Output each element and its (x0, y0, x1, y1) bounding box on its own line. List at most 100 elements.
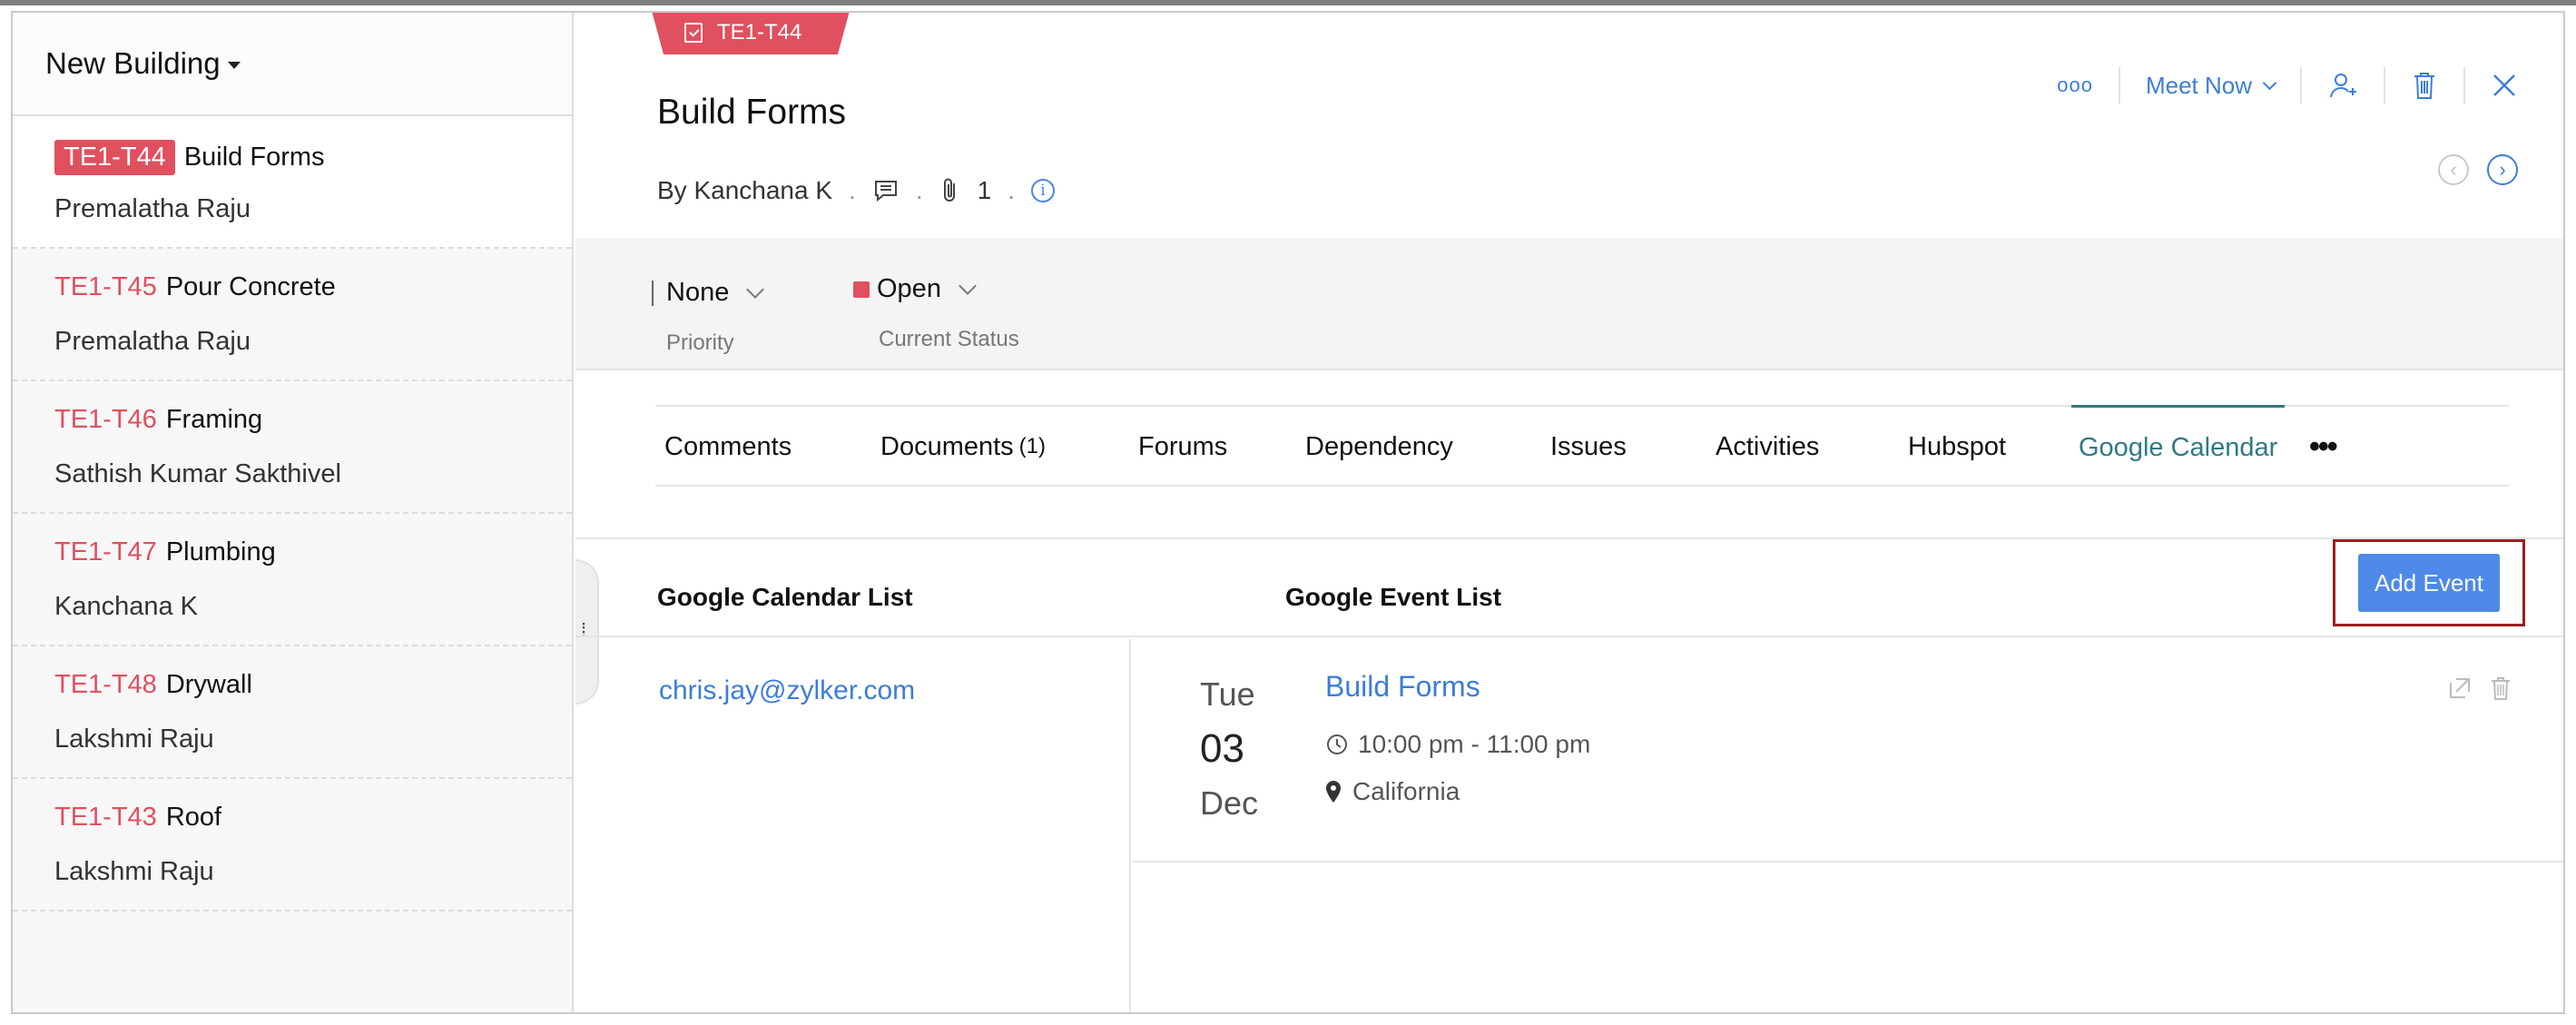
task-list-item[interactable]: TE1-T46 Framing Sathish Kumar Sakthivel (13, 381, 572, 514)
created-by: By Kanchana K (657, 176, 833, 204)
event-tools (2447, 675, 2512, 701)
event-location: California (1325, 777, 1460, 806)
separator-dot: . (849, 176, 856, 204)
window-top-border (0, 0, 2576, 5)
close-icon[interactable] (2491, 72, 2518, 99)
project-selector[interactable]: New Building (13, 13, 572, 116)
priority-value: None (666, 278, 730, 307)
tab-activities[interactable]: Activities (1716, 407, 1819, 487)
page-title[interactable]: Build Forms (657, 93, 846, 133)
paperclip-icon[interactable] (939, 176, 961, 205)
separator-dot: . (915, 176, 923, 204)
task-id: TE1-T43 (54, 803, 157, 832)
tab-documents[interactable]: Documents (1) (880, 407, 1046, 487)
tab-label: Comments (664, 431, 792, 461)
status-dropdown[interactable]: Open (853, 274, 977, 304)
chevron-down-icon (746, 280, 765, 299)
task-title: Build Forms (183, 143, 325, 172)
meet-now-label: Meet Now (2145, 71, 2252, 99)
tab-label: Hubspot (1908, 431, 2007, 461)
event-time-text: 10:00 pm - 11:00 pm (1358, 730, 1591, 758)
info-icon[interactable]: i (1030, 179, 1055, 202)
tab-label: Activities (1716, 431, 1820, 461)
task-id-badge: TE1-T44 (54, 140, 175, 175)
tab-hubspot[interactable]: Hubspot (1908, 407, 2006, 487)
priority-label: Priority (666, 330, 734, 355)
edit-icon[interactable] (2447, 675, 2473, 701)
divider (2300, 67, 2302, 103)
tab-comments[interactable]: Comments (664, 407, 791, 487)
event-weekday: Tue (1200, 675, 1255, 713)
event-list-heading: Google Event List (1285, 583, 1502, 611)
task-title: Plumbing (165, 537, 276, 567)
task-owner: Lakshmi Raju (54, 724, 214, 754)
tab-label: Forums (1138, 431, 1228, 461)
tab-forums[interactable]: Forums (1138, 407, 1227, 487)
more-tabs-icon[interactable]: ••• (2309, 407, 2338, 487)
delete-icon[interactable] (2489, 675, 2512, 701)
task-title: Drywall (165, 670, 252, 699)
tab-dependency[interactable]: Dependency (1305, 407, 1453, 487)
task-list-item[interactable]: TE1-T45 Pour Concrete Premalatha Raju (13, 249, 572, 381)
attachment-count: 1 (977, 176, 992, 204)
task-list-item[interactable]: TE1-T47 Plumbing Kanchana K (13, 514, 572, 646)
event-title-link[interactable]: Build Forms (1325, 670, 1480, 704)
event-item: Tue 03 Dec Build Forms 10:00 pm - 11:00 … (1133, 639, 2563, 862)
caret-down-icon (227, 62, 241, 69)
task-detail-pane: ⁞ TE1-T44 Build Forms By Kanchana K . . … (575, 13, 2563, 1012)
task-owner: Premalatha Raju (54, 327, 251, 356)
tab-label: Issues (1550, 431, 1627, 461)
task-owner: Lakshmi Raju (54, 857, 214, 886)
task-id: TE1-T48 (54, 670, 157, 699)
task-tag-label: TE1-T44 (717, 20, 802, 44)
detail-tabs: Comments Documents (1) Forums Dependency … (655, 405, 2509, 487)
follow-user-icon[interactable] (2327, 70, 2358, 101)
next-arrow-icon[interactable]: › (2487, 154, 2518, 185)
task-title: Pour Concrete (165, 272, 336, 301)
more-options-icon[interactable]: ooo (2057, 74, 2093, 97)
chevron-down-icon (959, 276, 977, 295)
task-meta: By Kanchana K . . 1 . i (657, 176, 1055, 205)
task-list-item[interactable]: TE1-T48 Drywall Lakshmi Raju (13, 646, 572, 779)
trash-icon[interactable] (2411, 70, 2438, 101)
task-owner: Premalatha Raju (54, 194, 251, 223)
tab-label: Dependency (1305, 431, 1453, 461)
google-calendar-panel: Google Calendar List Google Event List A… (575, 537, 2563, 1012)
task-id: TE1-T45 (54, 272, 157, 301)
tab-google-calendar[interactable]: Google Calendar (2071, 405, 2286, 488)
priority-dropdown[interactable]: None (652, 278, 765, 308)
task-list-item[interactable]: TE1-T43 Roof Lakshmi Raju (13, 779, 572, 912)
comment-icon[interactable] (872, 177, 900, 204)
task-title: Roof (165, 803, 222, 832)
calendar-account-link[interactable]: chris.jay@zylker.com (659, 675, 915, 706)
calendar-list: chris.jay@zylker.com (575, 639, 1131, 1012)
location-pin-icon (1326, 781, 1341, 803)
priority-bar-icon (652, 280, 654, 306)
task-owner: Sathish Kumar Sakthivel (54, 459, 341, 488)
chevron-down-icon (2262, 75, 2277, 90)
calendar-list-heading: Google Calendar List (657, 583, 913, 611)
task-list-item[interactable]: TE1-T44 Build Forms Premalatha Raju (13, 116, 572, 249)
clock-icon (1327, 734, 1347, 754)
task-list-sidebar: New Building TE1-T44 Build Forms Premalat… (13, 13, 574, 1012)
event-time: 10:00 pm - 11:00 pm (1325, 730, 1590, 759)
tab-label: Documents (880, 431, 1014, 461)
app-window: New Building TE1-T44 Build Forms Premalat… (11, 11, 2565, 1014)
tab-issues[interactable]: Issues (1550, 407, 1627, 487)
add-event-highlight: Add Event (2333, 539, 2525, 626)
tab-label: Google Calendar (2079, 433, 2278, 462)
meet-now-button[interactable]: Meet Now (2145, 71, 2277, 100)
add-event-button[interactable]: Add Event (2358, 554, 2500, 612)
project-name: New Building (45, 46, 221, 80)
divider (2384, 67, 2385, 103)
record-navigation: ‹ › (2438, 154, 2518, 185)
tab-count: (1) (1018, 434, 1047, 458)
divider (2463, 67, 2465, 103)
event-list: Tue 03 Dec Build Forms 10:00 pm - 11:00 … (1133, 639, 2563, 862)
previous-arrow-icon[interactable]: ‹ (2438, 154, 2469, 185)
status-value: Open (877, 274, 941, 303)
event-date: 03 (1200, 726, 1244, 771)
task-status-bar: None Priority Open Current Status (575, 238, 2563, 370)
task-owner: Kanchana K (54, 592, 199, 621)
task-id: TE1-T47 (54, 537, 157, 567)
